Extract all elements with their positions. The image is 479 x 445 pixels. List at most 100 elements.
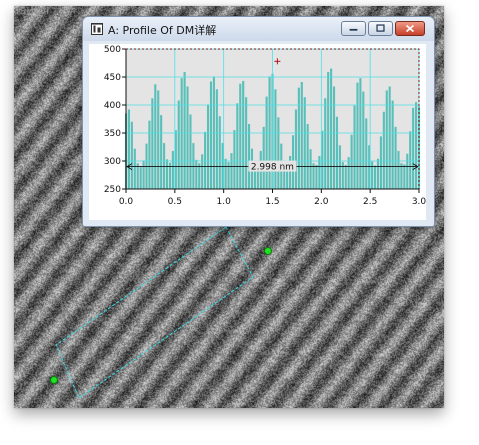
profile-bar (309, 149, 312, 189)
measurement-label: 2.998 nm (251, 163, 294, 173)
profile-bar (327, 71, 330, 189)
profile-bar (224, 158, 227, 189)
profile-bar (163, 143, 166, 189)
profile-bar (142, 160, 145, 189)
y-tick-label: 500 (104, 45, 121, 55)
profile-bar (315, 164, 318, 189)
x-tick-label: 1.0 (217, 197, 232, 207)
profile-bar (154, 84, 157, 189)
profile-bar (306, 124, 309, 189)
profile-bar (218, 116, 221, 189)
minimize-icon (349, 28, 358, 31)
profile-bar (133, 148, 136, 189)
profile-bar (192, 143, 195, 189)
profile-bar (409, 131, 412, 189)
profile-window[interactable]: A: Profile Of DM详解 0.0 0.5 1.0 1.5 2.0 2.5 3.0… (82, 16, 435, 227)
profile-window-titlebar[interactable]: A: Profile Of DM详解 (83, 17, 434, 41)
profile-bar (198, 163, 201, 189)
profile-bar (403, 164, 406, 189)
close-icon (405, 24, 415, 33)
profile-bar (186, 86, 189, 189)
profile-bar (412, 107, 415, 189)
close-button[interactable] (395, 21, 425, 36)
profile-bar (215, 89, 218, 189)
profile-bar (406, 153, 409, 189)
maximize-icon (376, 24, 385, 32)
profile-bar (189, 114, 192, 189)
profile-bar (233, 130, 236, 189)
profile-bar (177, 100, 180, 189)
x-tick-label: 2.0 (314, 197, 329, 207)
x-tick-label: 2.5 (363, 197, 377, 207)
profile-bar (130, 121, 133, 189)
profile-bar (239, 83, 242, 189)
profile-bar (148, 120, 151, 189)
profile-bar (344, 164, 347, 189)
faint-edge-label: ISHIOI (16, 6, 50, 17)
y-tick-label: 450 (104, 73, 121, 83)
minimize-button[interactable] (341, 21, 366, 36)
profile-bar (245, 97, 248, 189)
profile-bar (127, 109, 130, 189)
maximize-button[interactable] (368, 21, 393, 36)
profile-bar (350, 134, 353, 189)
profile-bar (139, 167, 142, 189)
profile-bar (391, 100, 394, 189)
profile-bar (303, 97, 306, 189)
profile-bar (236, 103, 239, 189)
profile-bar (300, 82, 303, 189)
profile-bar (388, 86, 391, 189)
profile-bar (297, 87, 300, 189)
profile-bar (262, 126, 265, 189)
profile-bar (274, 89, 277, 189)
profile-bar (277, 117, 280, 189)
profile-bar (332, 86, 336, 189)
profile-bar (365, 118, 368, 189)
profile-bar (151, 98, 154, 189)
profile-bar (230, 153, 233, 189)
profile-bar (165, 159, 169, 189)
profile-bar (371, 161, 374, 189)
profile-bar (294, 109, 297, 189)
profile-bar (376, 158, 380, 189)
profile-bar (330, 68, 333, 189)
profile-bar (415, 102, 418, 189)
roi-rectangle[interactable] (55, 226, 254, 399)
profile-bar (195, 159, 198, 189)
profile-bar (312, 163, 315, 189)
profile-bar (206, 104, 210, 189)
profile-bar (265, 96, 268, 189)
profile-bar (136, 163, 139, 189)
profile-bar (394, 126, 397, 189)
roi-start-handle[interactable] (50, 376, 58, 384)
x-tick-label: 3.0 (412, 197, 426, 207)
profile-plot-area[interactable]: 0.0 0.5 1.0 1.5 2.0 2.5 3.0 250 300 350 400 450 500 2… (89, 44, 426, 220)
profile-bar (359, 78, 362, 189)
profile-bar (379, 136, 382, 189)
profile-bar (353, 105, 356, 189)
profile-bar (382, 111, 385, 189)
profile-bar (183, 71, 186, 189)
y-tick-label: 300 (104, 157, 121, 167)
profile-bar (248, 124, 251, 189)
x-tick-label: 1.5 (265, 197, 279, 207)
x-tick-label: 0.5 (168, 197, 182, 207)
x-tick-label: 0.0 (119, 197, 134, 207)
profile-bar (362, 91, 365, 189)
y-tick-label: 250 (104, 185, 121, 195)
roi-end-handle[interactable] (264, 247, 272, 255)
y-tick-label: 400 (104, 101, 121, 111)
profile-bar (209, 81, 213, 189)
profile-bar (171, 150, 174, 189)
profile-bar (242, 80, 245, 189)
profile-bar (373, 165, 377, 189)
profile-window-icon (91, 23, 103, 35)
profile-bar (397, 150, 400, 189)
profile-window-title: A: Profile Of DM详解 (108, 24, 217, 37)
profile-bar (338, 145, 341, 189)
profile-bar (356, 82, 359, 189)
profile-chart[interactable]: 0.0 0.5 1.0 1.5 2.0 2.5 3.0 250 300 350 400 450 500 2… (89, 44, 426, 220)
profile-bar (347, 157, 350, 189)
profile-bar (335, 116, 339, 189)
profile-bar (204, 131, 207, 189)
